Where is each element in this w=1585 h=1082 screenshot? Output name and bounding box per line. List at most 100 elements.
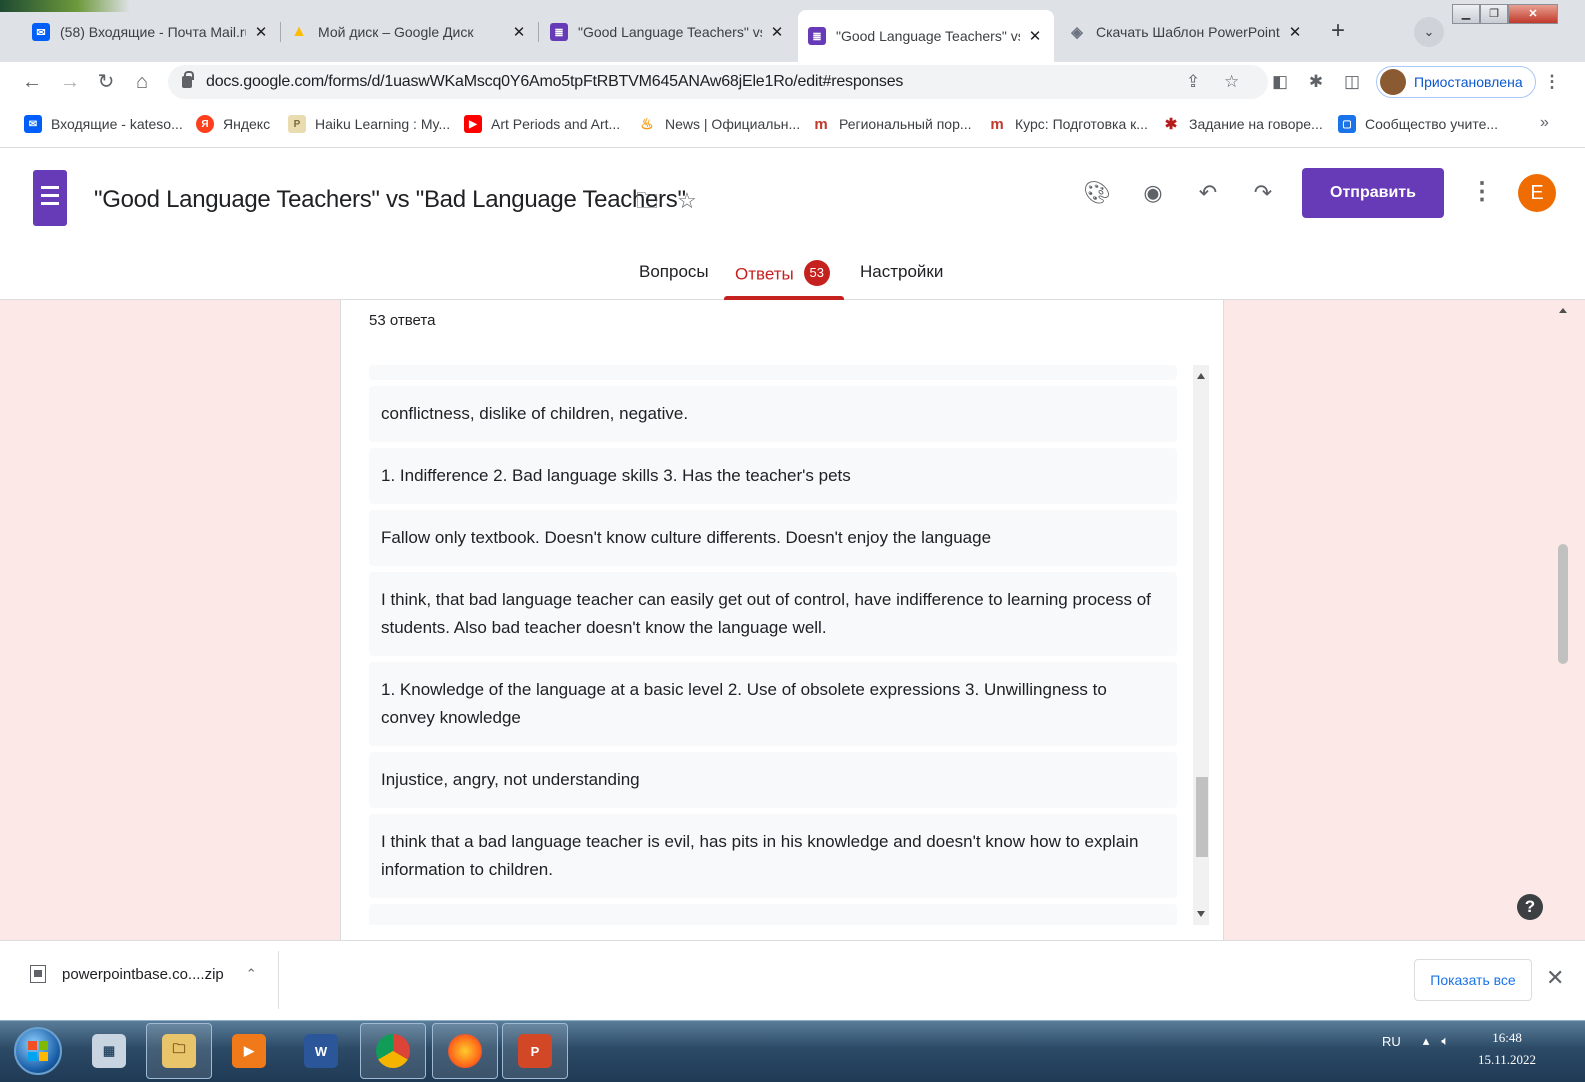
word-app[interactable]: W [288,1023,354,1079]
media-player-app[interactable]: ▶ [216,1023,282,1079]
browser-tab-powerpoint[interactable]: ◈ Скачать Шаблон PowerPoint П ✕ [1058,10,1314,54]
extension-icon[interactable]: ◧ [1268,70,1292,94]
clock[interactable]: 16:48 15.11.2022 [1478,1027,1536,1071]
tab-settings[interactable]: Настройки [860,262,943,282]
puzzle-extensions-icon[interactable]: ✱ [1304,70,1328,94]
browser-menu-icon[interactable]: ⋮ [1540,70,1564,94]
help-icon[interactable]: ? [1517,894,1543,920]
tab-questions[interactable]: Вопросы [639,262,709,282]
mail-ru-icon: ✉ [24,115,42,133]
list-item: I think, that bad language teacher can e… [369,572,1177,656]
more-options-icon[interactable]: ⋮ [1470,178,1494,208]
list-item: Fallow only textbook. Doesn't know cultu… [369,510,1177,566]
tab-search-chevron-icon[interactable]: ⌄ [1414,17,1444,47]
chrome-app[interactable] [360,1023,426,1079]
address-bar[interactable]: docs.google.com/forms/d/1uaswWKaMscq0Y6A… [168,65,1268,99]
google-forms-logo-icon[interactable] [33,170,67,226]
tab-close-icon[interactable]: ✕ [1286,23,1304,41]
send-button[interactable]: Отправить [1302,168,1444,218]
bookmark-community[interactable]: ▢ Сообщество учите... [1338,115,1498,133]
scroll-up-arrow-icon[interactable] [1197,373,1205,379]
bookmark-haiku[interactable]: P Haiku Learning : My... [288,115,450,133]
browser-tab-mail[interactable]: ✉ (58) Входящие - Почта Mail.ru ✕ [22,10,280,54]
undo-icon[interactable]: ↶ [1193,178,1223,208]
reload-icon[interactable]: ↻ [92,68,120,96]
redo-icon[interactable]: ↷ [1248,178,1278,208]
user-avatar[interactable]: E [1518,174,1556,212]
tab-close-icon[interactable]: ✕ [510,23,528,41]
back-arrow-icon[interactable]: ← [18,68,46,96]
tray-expand-icon[interactable]: ▴ [1423,1033,1430,1049]
url-text[interactable]: docs.google.com/forms/d/1uaswWKaMscq0Y6A… [206,73,903,91]
tab-close-icon[interactable]: ✕ [252,23,270,41]
zip-file-icon [30,965,46,983]
star-icon[interactable]: ☆ [672,186,702,216]
tab-responses[interactable]: Ответы 53 [735,260,830,288]
bookmark-art-periods[interactable]: ▶ Art Periods and Art... [464,115,620,133]
volume-icon[interactable]: 🔈︎ [1441,1033,1449,1049]
forward-arrow-icon[interactable]: → [56,68,84,96]
close-icon[interactable]: ✕ [1546,965,1564,991]
lock-icon[interactable] [182,71,194,88]
scroll-down-arrow-icon[interactable] [1197,911,1205,917]
window-close-button[interactable]: ✕ [1508,4,1558,24]
word-icon: W [304,1034,338,1068]
share-icon[interactable]: ⇪ [1186,65,1200,99]
clock-date: 15.11.2022 [1478,1052,1537,1067]
maximize-button[interactable]: ❐ [1480,4,1508,24]
avatar [1380,69,1406,95]
browser-tab-form-active[interactable]: ≣ "Good Language Teachers" vs " ✕ [798,10,1054,62]
explorer-app[interactable]: 🗀 [146,1023,212,1079]
list-item: conflictness, dislike of children, negat… [369,386,1177,442]
language-indicator[interactable]: RU [1382,1034,1401,1049]
yandex-icon: Я [196,115,214,133]
firefox-app[interactable] [432,1023,498,1079]
show-all-downloads-button[interactable]: Показать все [1414,959,1532,1001]
profile-chip[interactable]: Приостановлена [1376,66,1536,98]
responses-list-viewport[interactable]: conflictness, dislike of children, negat… [369,365,1209,925]
palette-icon[interactable]: 🎨︎ [1082,178,1112,208]
bookmark-yandex[interactable]: Я Яндекс [196,115,270,133]
chrome-icon [376,1034,410,1068]
side-panel-icon[interactable]: ◫ [1340,70,1364,94]
bookmark-course[interactable]: m Курс: Подготовка к... [988,115,1148,133]
minimize-button[interactable]: ▁ [1452,4,1480,24]
bookmark-task[interactable]: ✱ Задание на говоре... [1162,115,1323,133]
windows-start-button[interactable] [14,1027,62,1075]
preview-eye-icon[interactable]: ◉ [1138,178,1168,208]
task-icon: ✱ [1164,116,1178,133]
regional-portal-icon: m [814,115,828,133]
form-title[interactable]: "Good Language Teachers" vs "Bad Languag… [94,186,686,214]
list-item: Injustice, angry, not understanding [369,752,1177,808]
responses-list: conflictness, dislike of children, negat… [369,365,1177,925]
browser-tab-form-1[interactable]: ≣ "Good Language Teachers" vs " ✕ [540,10,796,54]
home-icon[interactable]: ⌂ [128,68,156,96]
bookmarks-overflow-icon[interactable]: » [1540,114,1549,132]
bookmark-news[interactable]: ♨ News | Официальн... [638,115,800,133]
powerpoint-app[interactable]: P [502,1023,568,1079]
download-item[interactable]: powerpointbase.co....zip ⌃ [30,965,257,983]
scroll-up-arrow-icon[interactable] [1559,308,1567,313]
browser-tab-drive[interactable]: ▲ Мой диск – Google Диск ✕ [280,10,538,54]
scrollbar-thumb[interactable] [1196,777,1208,857]
calculator-app[interactable]: ▦ [76,1023,142,1079]
bookmarks-bar: ✉ Входящие - kateso... Я Яндекс P Haiku … [0,102,1585,148]
system-tray: RU ▴ 🔈︎ [1382,1033,1449,1049]
browser-tab-strip: ✉ (58) Входящие - Почта Mail.ru ✕ ▲ Мой … [0,0,1585,62]
tab-close-icon[interactable]: ✕ [1026,27,1044,45]
list-item: I think that a bad language teacher is e… [369,814,1177,898]
bookmark-star-icon[interactable]: ☆ [1224,65,1239,99]
bookmark-regional-portal[interactable]: m Региональный пор... [812,115,971,133]
page-scrollbar[interactable] [1556,300,1570,940]
powerpoint-icon: P [518,1034,552,1068]
responses-scrollbar[interactable] [1193,365,1209,925]
downloads-shelf: powerpointbase.co....zip ⌃ Показать все … [0,940,1585,1020]
bookmark-mail[interactable]: ✉ Входящие - kateso... [24,115,183,133]
chevron-up-icon[interactable]: ⌃ [246,966,257,982]
tab-close-icon[interactable]: ✕ [768,23,786,41]
new-tab-button[interactable]: + [1322,16,1354,48]
haiku-learning-icon: P [288,115,306,133]
folder-icon[interactable]: 🗀 [632,186,662,216]
divider [278,951,279,1009]
page-scrollbar-thumb[interactable] [1558,544,1568,664]
